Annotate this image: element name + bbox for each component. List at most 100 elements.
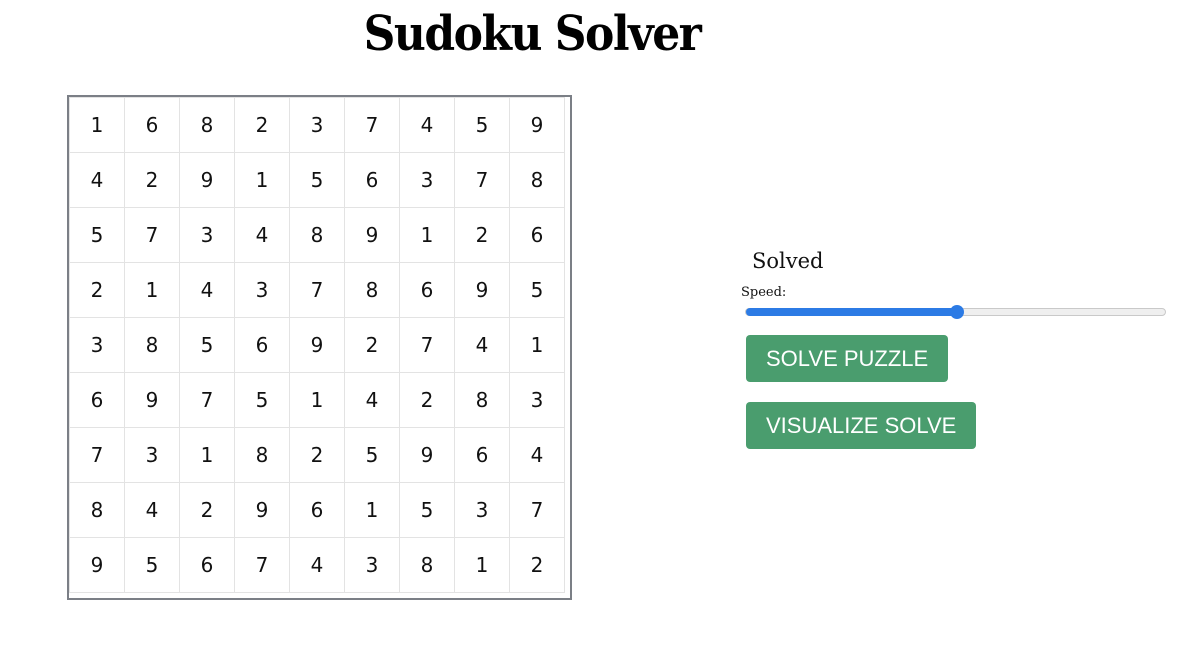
grid-cell[interactable]: 2 xyxy=(179,482,235,538)
grid-cell[interactable]: 1 xyxy=(344,482,400,538)
grid-cell[interactable]: 6 xyxy=(124,97,180,153)
grid-cell[interactable]: 3 xyxy=(124,427,180,483)
grid-cell[interactable]: 2 xyxy=(509,537,565,593)
grid-cell[interactable]: 3 xyxy=(289,97,345,153)
grid-cell[interactable]: 1 xyxy=(454,537,510,593)
grid-cell[interactable]: 7 xyxy=(344,97,400,153)
grid-cell[interactable]: 5 xyxy=(69,207,125,263)
grid-cell[interactable]: 1 xyxy=(124,262,180,318)
grid-cell[interactable]: 5 xyxy=(289,152,345,208)
grid-cell[interactable]: 5 xyxy=(509,262,565,318)
grid-cell[interactable]: 5 xyxy=(234,372,290,428)
speed-slider[interactable] xyxy=(745,305,1166,319)
grid-cell[interactable]: 1 xyxy=(234,152,290,208)
grid-cell[interactable]: 6 xyxy=(399,262,455,318)
grid-cell[interactable]: 4 xyxy=(509,427,565,483)
grid-cell[interactable]: 4 xyxy=(344,372,400,428)
grid-cell[interactable]: 6 xyxy=(69,372,125,428)
grid-cell[interactable]: 4 xyxy=(454,317,510,373)
grid-cell[interactable]: 8 xyxy=(69,482,125,538)
grid-cell[interactable]: 8 xyxy=(124,317,180,373)
grid-cell[interactable]: 9 xyxy=(234,482,290,538)
grid-cell[interactable]: 7 xyxy=(509,482,565,538)
grid-cell[interactable]: 8 xyxy=(454,372,510,428)
grid-cell[interactable]: 3 xyxy=(69,317,125,373)
grid-cell[interactable]: 5 xyxy=(399,482,455,538)
grid-cell[interactable]: 4 xyxy=(234,207,290,263)
grid-cell[interactable]: 8 xyxy=(344,262,400,318)
grid-cell[interactable]: 3 xyxy=(454,482,510,538)
grid-row: 842961537 xyxy=(69,482,565,538)
grid-cell[interactable]: 2 xyxy=(344,317,400,373)
grid-cell[interactable]: 4 xyxy=(179,262,235,318)
grid-cell[interactable]: 4 xyxy=(124,482,180,538)
grid-cell[interactable]: 2 xyxy=(454,207,510,263)
grid-row: 697514283 xyxy=(69,372,565,428)
grid-row: 573489126 xyxy=(69,207,565,263)
grid-cell[interactable]: 8 xyxy=(179,97,235,153)
grid-row: 429156378 xyxy=(69,152,565,208)
grid-cell[interactable]: 2 xyxy=(69,262,125,318)
grid-cell[interactable]: 9 xyxy=(124,372,180,428)
visualize-solve-button[interactable]: VISUALIZE SOLVE xyxy=(746,402,977,449)
grid-cell[interactable]: 7 xyxy=(69,427,125,483)
grid-cell[interactable]: 6 xyxy=(454,427,510,483)
grid-cell[interactable]: 7 xyxy=(179,372,235,428)
sudoku-grid: 1682374594291563785734891262143786953856… xyxy=(69,97,565,593)
grid-cell[interactable]: 5 xyxy=(124,537,180,593)
sudoku-board: 1682374594291563785734891262143786953856… xyxy=(67,95,572,600)
speed-label: Speed: xyxy=(741,285,787,300)
status-text: Solved xyxy=(752,249,824,273)
grid-cell[interactable]: 9 xyxy=(289,317,345,373)
grid-cell[interactable]: 6 xyxy=(344,152,400,208)
grid-cell[interactable]: 6 xyxy=(234,317,290,373)
grid-cell[interactable]: 8 xyxy=(399,537,455,593)
grid-cell[interactable]: 1 xyxy=(399,207,455,263)
grid-cell[interactable]: 7 xyxy=(399,317,455,373)
grid-cell[interactable]: 2 xyxy=(234,97,290,153)
grid-cell[interactable]: 8 xyxy=(509,152,565,208)
grid-cell[interactable]: 9 xyxy=(509,97,565,153)
page-title: Sudoku Solver xyxy=(363,6,702,62)
speed-slider-thumb[interactable] xyxy=(949,305,964,319)
grid-cell[interactable]: 6 xyxy=(289,482,345,538)
grid-cell[interactable]: 5 xyxy=(344,427,400,483)
grid-cell[interactable]: 7 xyxy=(289,262,345,318)
grid-row: 385692741 xyxy=(69,317,565,373)
grid-cell[interactable]: 9 xyxy=(179,152,235,208)
grid-cell[interactable]: 4 xyxy=(289,537,345,593)
grid-cell[interactable]: 8 xyxy=(289,207,345,263)
page: Sudoku Solver 16823745942915637857348912… xyxy=(0,0,1182,665)
grid-cell[interactable]: 9 xyxy=(344,207,400,263)
grid-cell[interactable]: 6 xyxy=(509,207,565,263)
grid-cell[interactable]: 1 xyxy=(289,372,345,428)
grid-cell[interactable]: 9 xyxy=(69,537,125,593)
grid-cell[interactable]: 3 xyxy=(234,262,290,318)
grid-row: 731825964 xyxy=(69,427,565,483)
grid-cell[interactable]: 2 xyxy=(124,152,180,208)
grid-cell[interactable]: 8 xyxy=(234,427,290,483)
grid-row: 956743812 xyxy=(69,537,565,593)
grid-cell[interactable]: 6 xyxy=(179,537,235,593)
grid-cell[interactable]: 7 xyxy=(454,152,510,208)
grid-cell[interactable]: 9 xyxy=(454,262,510,318)
grid-cell[interactable]: 9 xyxy=(399,427,455,483)
grid-cell[interactable]: 3 xyxy=(344,537,400,593)
grid-row: 214378695 xyxy=(69,262,565,318)
grid-cell[interactable]: 1 xyxy=(179,427,235,483)
grid-cell[interactable]: 1 xyxy=(509,317,565,373)
grid-cell[interactable]: 3 xyxy=(399,152,455,208)
solve-puzzle-button[interactable]: SOLVE PUZZLE xyxy=(746,335,949,382)
grid-cell[interactable]: 1 xyxy=(69,97,125,153)
grid-cell[interactable]: 2 xyxy=(289,427,345,483)
grid-cell[interactable]: 7 xyxy=(234,537,290,593)
grid-cell[interactable]: 2 xyxy=(399,372,455,428)
grid-cell[interactable]: 5 xyxy=(179,317,235,373)
grid-row: 168237459 xyxy=(69,97,565,153)
grid-cell[interactable]: 5 xyxy=(454,97,510,153)
grid-cell[interactable]: 3 xyxy=(179,207,235,263)
grid-cell[interactable]: 3 xyxy=(509,372,565,428)
grid-cell[interactable]: 4 xyxy=(69,152,125,208)
grid-cell[interactable]: 4 xyxy=(399,97,455,153)
grid-cell[interactable]: 7 xyxy=(124,207,180,263)
